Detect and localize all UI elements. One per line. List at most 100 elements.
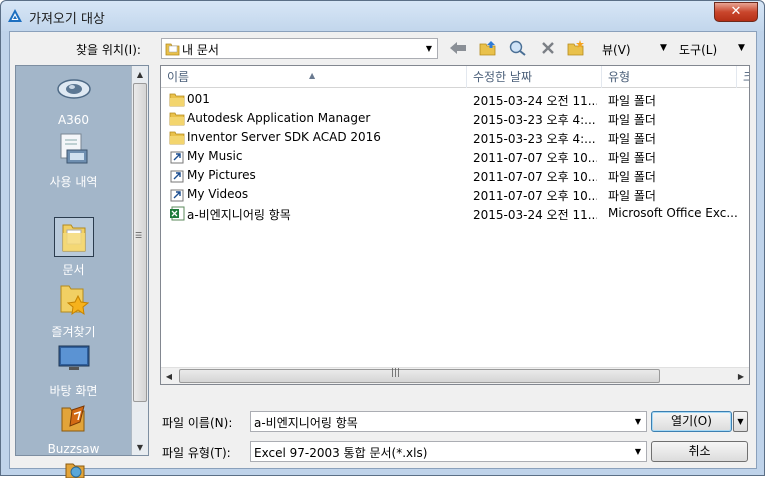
favorites-star-folder-icon — [54, 279, 94, 319]
shortcut-icon — [169, 168, 185, 183]
import-dialog-window: 가져오기 대상 ✕ 찾을 위치(I): 내 문서 ▼ 뷰(V) ▼ 도구(L) … — [0, 0, 765, 478]
file-date: 2015-03-23 오후 4:... — [473, 132, 596, 146]
file-type: Microsoft Office Exc... — [608, 206, 738, 220]
scroll-right-arrow-icon[interactable]: ▶ — [733, 368, 749, 384]
file-type-value: Excel 97-2003 통합 문서(*.xls) — [254, 446, 428, 460]
tools-menu[interactable]: 도구(L) — [679, 41, 717, 58]
file-date: 2011-07-07 오후 10... — [473, 170, 597, 184]
file-name: a-비엔지니어링 항목 — [187, 208, 291, 222]
places-bar: A360 사용 내역 문서 즐겨찾기 바탕 화면 Buzzsaw ▲ ☰ ▼ — [15, 65, 149, 478]
shortcut-icon — [169, 187, 185, 202]
file-date: 2011-07-07 오후 10... — [473, 151, 597, 165]
place-buzzsaw[interactable]: Buzzsaw — [16, 398, 131, 456]
search-web-icon[interactable] — [508, 39, 528, 57]
file-date: 2015-03-23 오후 4:... — [473, 113, 596, 127]
open-button[interactable]: 열기(O) — [651, 411, 732, 432]
file-type-label: 파일 유형(T): — [162, 446, 231, 460]
scroll-grip-icon: ☰ — [135, 231, 143, 240]
file-row[interactable]: 001 2015-03-24 오전 11... 파일 폴더 — [161, 90, 749, 109]
views-dropdown-arrow-icon[interactable]: ▼ — [660, 43, 667, 53]
views-menu[interactable]: 뷰(V) — [602, 41, 631, 58]
place-desktop[interactable]: 바탕 화면 — [16, 338, 131, 399]
file-row[interactable]: Inventor Server SDK ACAD 2016 2015-03-23 … — [161, 128, 749, 147]
place-label: A360 — [57, 113, 90, 127]
column-header-name[interactable]: 이름 ▲ — [161, 66, 467, 88]
place-a360[interactable]: A360 — [16, 69, 131, 127]
scroll-down-arrow-icon[interactable]: ▼ — [132, 439, 148, 455]
scroll-up-arrow-icon[interactable]: ▲ — [132, 66, 148, 82]
file-name: My Music — [187, 149, 243, 163]
scroll-grip-icon: ||| — [391, 368, 401, 378]
place-label: 문서 — [62, 263, 85, 277]
header-label: 수정한 날짜 — [473, 70, 533, 84]
file-type: 파일 폴더 — [608, 189, 656, 203]
file-type: 파일 폴더 — [608, 94, 656, 108]
file-name-combo[interactable]: a-비엔지니어링 항목 ▼ — [250, 411, 647, 432]
file-type: 파일 폴더 — [608, 170, 656, 184]
place-favorites[interactable]: 즐겨찾기 — [16, 279, 131, 340]
horizontal-scrollbar[interactable]: ◀ ||| ▶ — [161, 367, 749, 384]
close-button[interactable]: ✕ — [714, 2, 758, 22]
column-header-type[interactable]: 유형 — [602, 66, 737, 88]
scrollbar-thumb[interactable] — [179, 369, 660, 383]
file-row[interactable]: a-비엔지니어링 항목 2015-03-24 오전 11... Microsoft … — [161, 204, 749, 223]
file-row[interactable]: Autodesk Application Manager 2015-03-23 오… — [161, 109, 749, 128]
file-name: My Videos — [187, 187, 249, 201]
column-header-row: 이름 ▲ 수정한 날짜 유형 크 — [161, 66, 749, 88]
dialog-client-area: 찾을 위치(I): 내 문서 ▼ 뷰(V) ▼ 도구(L) ▼ A360 사용 … — [9, 31, 757, 478]
file-row[interactable]: My Videos 2011-07-07 오후 10... 파일 폴더 — [161, 185, 749, 204]
file-name-value: a-비엔지니어링 항목 — [254, 416, 358, 430]
a360-cloud-icon — [54, 69, 94, 109]
chevron-down-icon[interactable]: ▼ — [630, 412, 646, 431]
header-label: 이름 — [167, 70, 190, 84]
buzzsaw-icon — [54, 398, 94, 438]
column-header-size[interactable]: 크 — [737, 66, 749, 88]
look-in-label: 찾을 위치(I): — [76, 43, 141, 57]
file-list-view[interactable]: 이름 ▲ 수정한 날짜 유형 크 001 2015-03-24 오전 11... 파… — [160, 65, 750, 385]
autocad-app-icon — [8, 9, 22, 22]
documents-folder-icon — [165, 43, 180, 56]
tools-dropdown-arrow-icon[interactable]: ▼ — [738, 43, 745, 53]
chevron-down-icon[interactable]: ▼ — [421, 39, 437, 58]
delete-icon[interactable] — [538, 39, 558, 57]
header-label: 유형 — [608, 70, 631, 84]
title-bar[interactable]: 가져오기 대상 ✕ — [1, 1, 764, 31]
folder-icon — [169, 92, 185, 107]
up-one-level-icon[interactable] — [478, 39, 498, 57]
scroll-left-arrow-icon[interactable]: ◀ — [161, 368, 177, 384]
excel-file-icon — [169, 206, 185, 221]
folder-icon — [169, 130, 185, 145]
file-row[interactable]: My Pictures 2011-07-07 오후 10... 파일 폴더 — [161, 166, 749, 185]
file-type: 파일 폴더 — [608, 132, 656, 146]
header-label: 크 — [743, 70, 749, 84]
look-in-combo[interactable]: 내 문서 ▼ — [161, 38, 438, 59]
file-name: My Pictures — [187, 168, 256, 182]
chevron-down-icon[interactable]: ▼ — [630, 442, 646, 461]
file-type-combo[interactable]: Excel 97-2003 통합 문서(*.xls) ▼ — [250, 441, 647, 462]
file-name: Inventor Server SDK ACAD 2016 — [187, 130, 381, 144]
place-label: 사용 내역 — [49, 175, 98, 189]
scrollbar-thumb[interactable] — [133, 83, 147, 402]
globe-folder-icon — [54, 458, 94, 478]
file-name-label: 파일 이름(N): — [162, 416, 233, 430]
file-type: 파일 폴더 — [608, 113, 656, 127]
cancel-button[interactable]: 취소 — [651, 441, 748, 462]
column-header-date[interactable]: 수정한 날짜 — [467, 66, 602, 88]
create-new-folder-icon[interactable] — [566, 39, 586, 57]
desktop-icon — [54, 338, 94, 378]
open-options-arrow-icon[interactable]: ▼ — [733, 411, 748, 432]
file-date: 2015-03-24 오전 11... — [473, 208, 597, 222]
window-title: 가져오기 대상 — [29, 12, 105, 27]
file-type: 파일 폴더 — [608, 151, 656, 165]
places-scrollbar[interactable]: ▲ ☰ ▼ — [131, 66, 148, 455]
back-arrow-icon[interactable] — [448, 39, 468, 57]
place-label: 바탕 화면 — [49, 384, 98, 398]
look-in-value: 내 문서 — [182, 43, 219, 57]
place-documents[interactable]: 문서 — [16, 217, 131, 278]
history-icon — [54, 129, 94, 169]
place-history[interactable]: 사용 내역 — [16, 129, 131, 190]
file-row[interactable]: My Music 2011-07-07 오후 10... 파일 폴더 — [161, 147, 749, 166]
file-date: 2011-07-07 오후 10... — [473, 189, 597, 203]
file-name: Autodesk Application Manager — [187, 111, 371, 125]
documents-folder-icon — [53, 217, 94, 257]
